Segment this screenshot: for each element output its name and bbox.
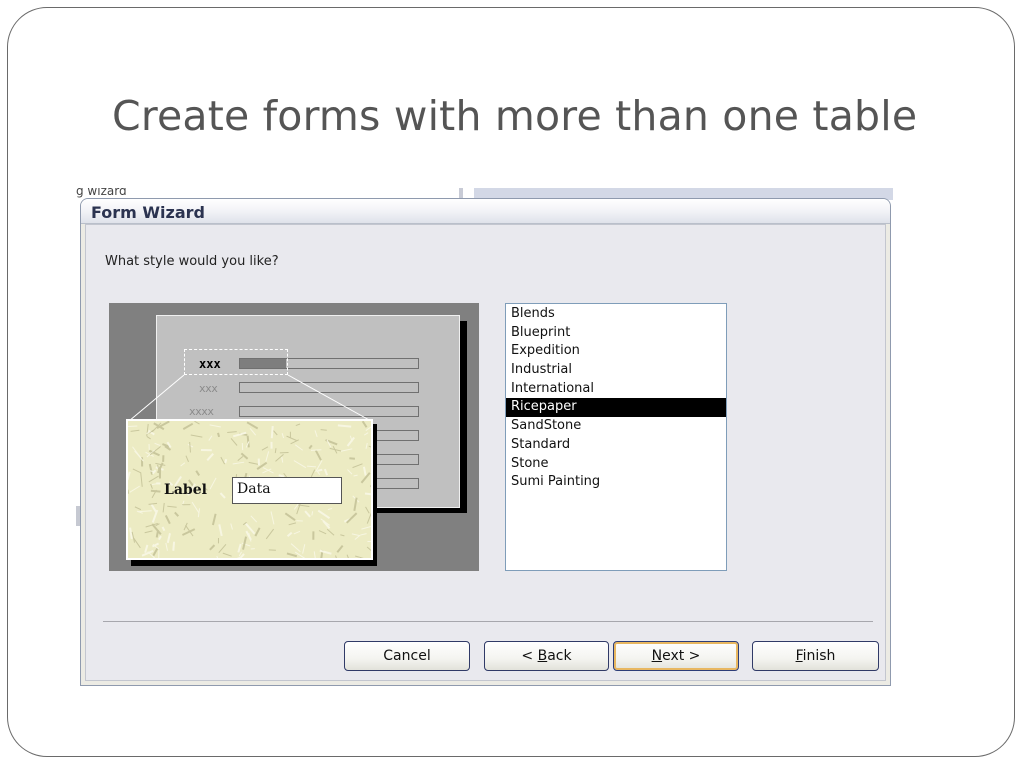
style-option-standard[interactable]: Standard <box>506 436 726 455</box>
style-option-blueprint[interactable]: Blueprint <box>506 324 726 343</box>
style-preview: xxx xxx xxxx Label Data <box>109 303 479 571</box>
preview-sample-label: Label <box>164 482 207 498</box>
next-button[interactable]: Next > <box>613 641 739 671</box>
style-option-expedition[interactable]: Expedition <box>506 342 726 361</box>
wizard-prompt: What style would you like? <box>105 254 279 269</box>
preview-sample-data: Data <box>232 477 342 504</box>
next-button-rest: ext > <box>662 648 701 664</box>
style-option-ricepaper[interactable]: Ricepaper <box>506 398 726 418</box>
dialog-titlebar[interactable]: Form Wizard <box>81 199 890 224</box>
finish-button-accel: F <box>795 648 803 664</box>
dialog-title: Form Wizard <box>91 203 205 222</box>
back-button-prefix: < <box>521 648 538 664</box>
button-separator <box>103 621 873 622</box>
style-option-international[interactable]: International <box>506 380 726 399</box>
cancel-button[interactable]: Cancel <box>344 641 470 671</box>
next-button-accel: N <box>651 648 663 664</box>
preview-zoom-panel: Label Data <box>126 419 373 560</box>
back-button-rest: ack <box>547 648 572 664</box>
cancel-button-label: Cancel <box>383 648 431 664</box>
background-window-caption: g wizard <box>76 188 127 198</box>
style-option-industrial[interactable]: Industrial <box>506 361 726 380</box>
slide-title: Create forms with more than one table <box>112 92 918 140</box>
style-option-stone[interactable]: Stone <box>506 455 726 474</box>
style-option-blends[interactable]: Blends <box>506 305 726 324</box>
form-wizard-dialog: Form Wizard What style would you like? x… <box>80 198 891 686</box>
back-button-accel: B <box>537 648 548 664</box>
style-listbox[interactable]: Blends Blueprint Expedition Industrial Inter… <box>505 303 727 571</box>
back-button[interactable]: < Back <box>484 641 609 671</box>
style-option-sumi-painting[interactable]: Sumi Painting <box>506 473 726 492</box>
style-option-sandstone[interactable]: SandStone <box>506 417 726 436</box>
finish-button-rest: inish <box>802 648 836 664</box>
finish-button[interactable]: Finish <box>752 641 879 671</box>
wizard-screenshot: g wizard Form Wizard What style would yo… <box>76 188 893 686</box>
